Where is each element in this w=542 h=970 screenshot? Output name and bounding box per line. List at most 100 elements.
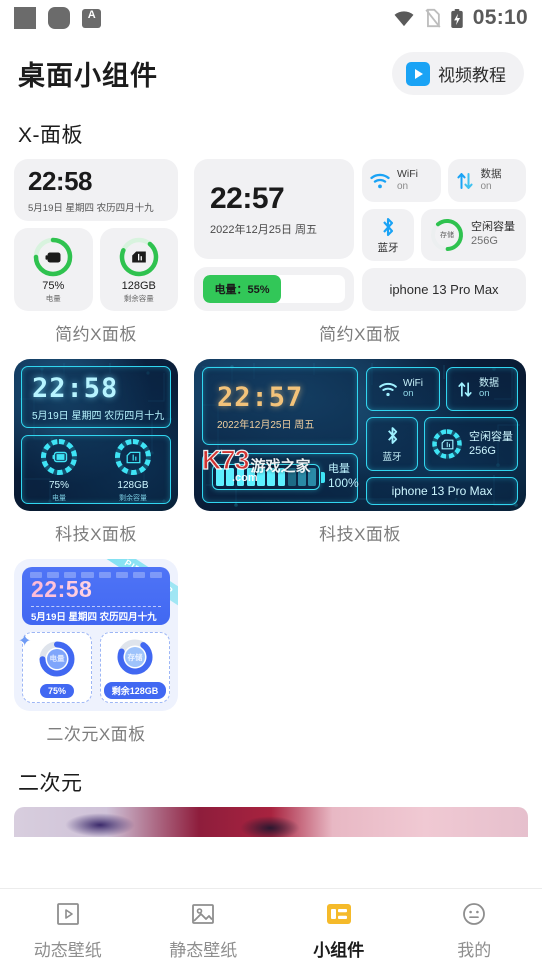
bluetooth-label: 蓝牙 <box>377 241 399 254</box>
clock-tile: 22:58 5月19日 星期四 农历四月十九 <box>21 366 171 428</box>
storage-tile-content: 空闲容量 256G <box>428 417 518 471</box>
nav-item-static-wallpaper[interactable]: 静态壁纸 <box>136 899 272 961</box>
storage-ring <box>430 427 464 461</box>
data-state: on <box>480 180 492 192</box>
battery-label: 电量 <box>328 463 350 475</box>
video-tutorial-label: 视频教程 <box>438 66 506 85</box>
clock-date: 5月19日 星期四 农历四月十九 <box>31 612 157 623</box>
toggle-row-2: 蓝牙 存储 空闲容量 256G <box>362 209 526 261</box>
battery-cells <box>212 463 325 490</box>
widget-card-tech-small[interactable]: 22:58 5月19日 星期四 农历四月十九 75% 电量 128GB 剩余容量… <box>14 359 178 545</box>
nav-item-profile[interactable]: 我的 <box>407 899 542 961</box>
wifi-icon <box>394 11 414 27</box>
battery-icon <box>45 249 61 266</box>
storage-title: 空闲容量 <box>469 430 513 443</box>
widget-icon <box>324 899 354 929</box>
bluetooth-icon <box>383 217 394 236</box>
widget-preview-simple-small[interactable]: 22:58 5月19日 星期四 农历四月十九 75% 电量 128GB 剩余容量 <box>14 159 178 311</box>
wifi-icon <box>370 173 390 188</box>
clock-date: 2022年12月25日 周五 <box>210 223 317 236</box>
battery-value: 100% <box>328 476 359 491</box>
clock-time: 22:58 <box>28 166 93 196</box>
widget-preview-tech-small[interactable]: 22:58 5月19日 星期四 农历四月十九 75% 电量 128GB 剩余容量 <box>14 359 178 511</box>
clock-tile: 22:57 2022年12月25日 周五 <box>194 159 354 259</box>
storage-ring-tile: 128GB 剩余容量 <box>96 436 170 503</box>
widget-card-simple-small[interactable]: 22:58 5月19日 星期四 农历四月十九 75% 电量 128GB 剩余容量… <box>14 159 178 345</box>
widget-preview-anime-small[interactable]: PIPI PIPI P 22:58 5月19日 星期四 农历四月十九 ✦ <box>14 559 178 711</box>
widget-card-tech-large[interactable]: 22:57 2022年12月25日 周五 电量 100% WiFi on 数据 … <box>194 359 526 545</box>
nav-item-live-wallpaper[interactable]: 动态壁纸 <box>0 899 136 961</box>
data-toggle-content: 数据 on <box>450 367 518 411</box>
data-toggle: 数据 on <box>447 159 526 203</box>
storage-label: 剩余容量 <box>119 495 147 502</box>
storage-ring-label: 存储 <box>127 652 143 662</box>
status-bar-clock: 05:10 <box>472 6 528 29</box>
bottom-navigation-bar: 动态壁纸 静态壁纸 小组件 我的 <box>0 888 542 970</box>
section-title-x-panel: X-面板 <box>18 124 83 147</box>
section-title-anime: 二次元 <box>18 772 83 795</box>
battery-charging-icon <box>451 8 463 28</box>
wifi-toggle: WiFi on <box>362 159 441 203</box>
file-storage-icon <box>441 438 453 451</box>
nav-item-widgets[interactable]: 小组件 <box>271 899 407 961</box>
clock-time: 22:57 <box>210 181 285 215</box>
widget-card-anime-small[interactable]: PIPI PIPI P 22:58 5月19日 星期四 农历四月十九 ✦ <box>14 559 178 745</box>
clock-date: 5月19日 星期四 农历四月十九 <box>28 203 154 214</box>
clock-divider <box>31 606 161 607</box>
bluetooth-label: 蓝牙 <box>382 452 402 463</box>
clock-tile: 22:58 5月19日 星期四 农历四月十九 <box>14 159 178 221</box>
battery-ring-tile: 电量 75% <box>22 632 92 703</box>
data-transfer-icon <box>456 172 473 189</box>
battery-value: 75% <box>48 480 69 491</box>
data-state: on <box>479 388 490 400</box>
device-name: iphone 13 Pro Max <box>391 484 493 498</box>
widget-caption: 简约X面板 <box>319 325 401 344</box>
battery-bar-fill: 电量：55% <box>203 275 282 303</box>
battery-bar: 电量 100% <box>212 463 359 491</box>
bluetooth-toggle: 蓝牙 <box>362 209 414 261</box>
battery-bar-tile: 电量：55% <box>194 267 354 311</box>
status-bar-right-icons: 05:10 <box>393 6 528 30</box>
clock-time: 22:58 <box>32 372 119 404</box>
data-label: 数据 <box>480 168 502 181</box>
widget-caption: 二次元X面板 <box>46 725 146 744</box>
device-name-tile: iphone 13 Pro Max <box>362 267 526 311</box>
battery-value: 75% <box>42 280 65 292</box>
storage-value: 128GB <box>117 480 149 491</box>
widget-caption: 科技X面板 <box>55 525 137 544</box>
static-wallpaper-icon <box>188 899 218 929</box>
widget-caption: 简约X面板 <box>55 325 137 344</box>
play-video-icon <box>406 61 430 86</box>
nav-label: 我的 <box>457 940 492 960</box>
storage-ring-label: 存储 <box>440 232 454 239</box>
simple-large-right-column: WiFi on 数据 on 蓝牙 存储 空闲容量 256G iphone 13 … <box>362 159 526 311</box>
app-square-icon <box>14 7 36 29</box>
input-method-letter: A <box>87 8 96 21</box>
storage-ring-tile: 128GB 剩余容量 <box>99 228 178 311</box>
wifi-icon <box>379 382 397 396</box>
wifi-state: on <box>397 180 409 192</box>
no-sim-icon <box>425 8 441 28</box>
wifi-label: WiFi <box>397 168 418 181</box>
widget-caption: 科技X面板 <box>319 525 401 544</box>
storage-label: 剩余容量 <box>123 294 154 303</box>
battery-ring-tile: 75% 电量 <box>14 228 93 311</box>
anime-wallpaper-preview[interactable] <box>14 807 528 837</box>
nav-label: 小组件 <box>313 940 365 960</box>
battery-ring: 电量 <box>36 638 78 680</box>
widget-preview-tech-large[interactable]: 22:57 2022年12月25日 周五 电量 100% WiFi on 数据 … <box>194 359 526 511</box>
widget-preview-simple-large[interactable]: 22:57 2022年12月25日 周五 电量：55% WiFi on 数据 o… <box>194 159 526 311</box>
battery-ring-label: 电量 <box>49 654 65 663</box>
page-title: 桌面小组件 <box>18 61 158 91</box>
clock-tile: 22:58 5月19日 星期四 农历四月十九 <box>22 567 170 625</box>
video-tutorial-button[interactable]: 视频教程 <box>392 52 524 95</box>
status-bar-left-icons: A <box>14 7 101 29</box>
storage-value: 256G <box>469 445 496 457</box>
battery-icon <box>52 449 67 465</box>
wifi-state: on <box>403 388 414 400</box>
widget-card-simple-large[interactable]: 22:57 2022年12月25日 周五 电量：55% WiFi on 数据 o… <box>194 159 526 345</box>
clock-time: 22:57 <box>217 381 304 413</box>
widget-row-anime: PIPI PIPI P 22:58 5月19日 星期四 农历四月十九 ✦ <box>0 559 542 745</box>
battery-label: 电量 <box>45 294 61 303</box>
toggle-row-1: WiFi on 数据 on <box>362 159 526 203</box>
